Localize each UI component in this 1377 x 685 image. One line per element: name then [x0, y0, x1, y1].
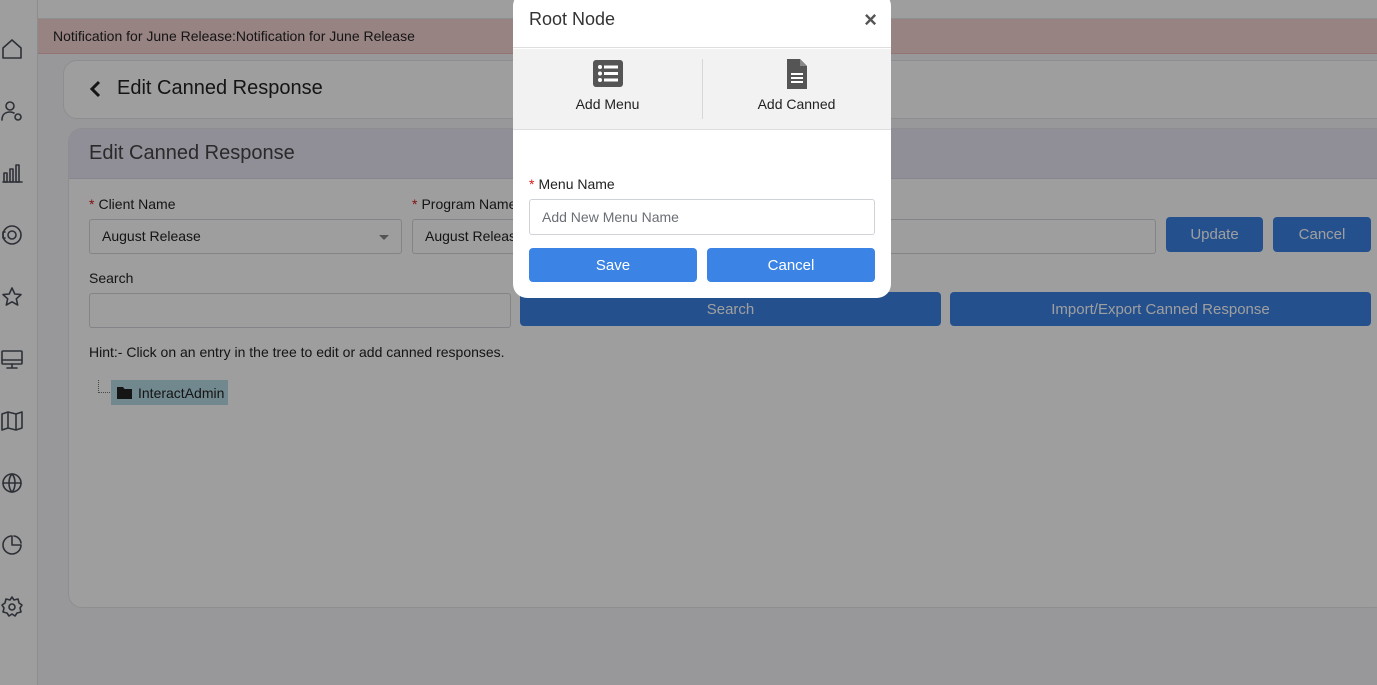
menu-name-input[interactable]	[529, 199, 875, 235]
close-icon[interactable]: ×	[864, 9, 877, 31]
menu-name-label: * Menu Name	[529, 176, 615, 192]
modal-header: Root Node ×	[513, 0, 891, 48]
modal-toolbar: Add Menu Add Canned	[513, 49, 891, 130]
document-icon	[786, 59, 807, 89]
add-menu-button[interactable]: Add Menu	[513, 49, 702, 130]
list-icon	[592, 60, 623, 87]
save-button[interactable]: Save	[529, 248, 697, 282]
add-canned-label: Add Canned	[757, 96, 836, 112]
root-node-modal: Root Node × Add Menu Add Canned * Menu N…	[513, 0, 891, 298]
add-menu-label: Add Menu	[575, 96, 640, 112]
modal-title: Root Node	[529, 9, 616, 29]
modal-cancel-button[interactable]: Cancel	[707, 248, 875, 282]
add-canned-button[interactable]: Add Canned	[702, 49, 891, 130]
